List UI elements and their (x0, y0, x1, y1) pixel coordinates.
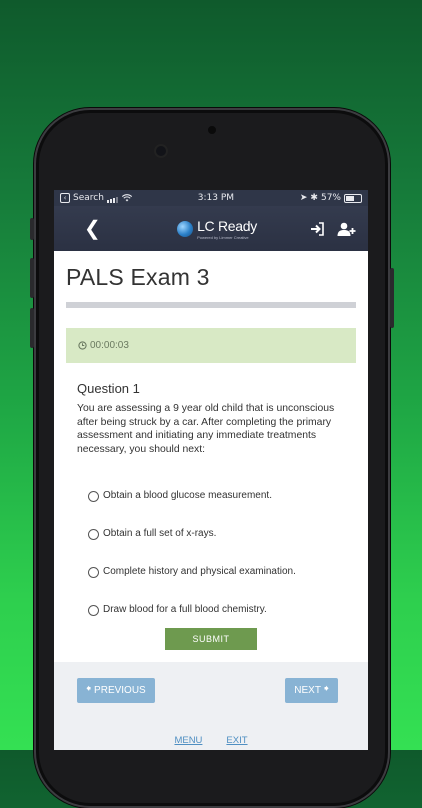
add-user-icon[interactable] (337, 222, 356, 236)
answer-label: Obtain a blood glucose measurement. (103, 489, 272, 501)
globe-logo-icon (177, 220, 194, 237)
arrow-left-icon: 🠸 (86, 684, 92, 695)
power-button (390, 268, 394, 328)
exit-link[interactable]: EXIT (226, 735, 247, 746)
menu-link[interactable]: MENU (174, 735, 202, 746)
proximity-sensor (208, 126, 216, 134)
logo-text: LC Ready (197, 217, 257, 234)
app-navbar: ❮ LC Ready Powered by Limmer Creative (54, 206, 368, 251)
radio-button[interactable] (88, 567, 99, 579)
wifi-icon (121, 194, 132, 202)
question-text: You are assessing a 9 year old child tha… (77, 403, 335, 455)
page-title: PALS Exam 3 (66, 264, 210, 290)
question-heading: Question 1 (77, 381, 140, 396)
answer-label: Obtain a full set of x-rays. (103, 527, 217, 539)
front-camera (156, 146, 166, 156)
previous-button[interactable]: 🠸 PREVIOUS (77, 678, 155, 703)
radio-button[interactable] (88, 529, 99, 541)
answer-option-4[interactable]: Draw blood for a full blood chemistry. (88, 590, 345, 628)
app-logo: LC Ready Powered by Limmer Creative (177, 218, 257, 240)
exam-progress-bar (66, 302, 356, 308)
answer-option-1[interactable]: Obtain a blood glucose measurement. (88, 476, 345, 514)
mute-switch (30, 218, 34, 240)
location-icon: ➤ (299, 193, 308, 203)
question-card: Question 1 You are assessing a 9 year ol… (66, 363, 356, 662)
radio-button[interactable] (88, 605, 99, 617)
answer-label: Draw blood for a full blood chemistry. (103, 603, 267, 615)
back-chevron-icon[interactable]: ❮ (84, 216, 104, 241)
question-pager: 🠸 PREVIOUS NEXT 🠺 (54, 678, 368, 703)
back-to-app-icon[interactable]: ‹ (60, 193, 70, 203)
answer-label: Complete history and physical examinatio… (103, 565, 296, 577)
status-bar: ‹ Search 3:13 PM ➤ ✱ 57% (54, 190, 368, 206)
timer-bar: 00:00:03 (66, 328, 356, 363)
volume-down-button (30, 308, 34, 348)
timer-value: 00:00:03 (90, 340, 129, 351)
footer-links: MENU EXIT (54, 735, 368, 746)
battery-icon (343, 193, 362, 203)
status-time: 3:13 PM (197, 193, 235, 203)
battery-percent: 57% (320, 193, 341, 203)
next-button[interactable]: NEXT 🠺 (285, 678, 338, 703)
bluetooth-icon: ✱ (310, 193, 318, 203)
phone-screen: ‹ Search 3:13 PM ➤ ✱ 57% ❮ LC Ready Powe… (54, 190, 368, 750)
answer-options: Obtain a blood glucose measurement. Obta… (77, 476, 345, 628)
back-to-app-label[interactable]: Search (73, 193, 104, 203)
next-label: NEXT (294, 685, 321, 696)
lower-nav-area: 🠸 PREVIOUS NEXT 🠺 MENU EXIT (54, 662, 368, 750)
answer-option-2[interactable]: Obtain a full set of x-rays. (88, 514, 345, 552)
arrow-right-icon: 🠺 (323, 684, 329, 695)
volume-up-button (30, 258, 34, 298)
sign-in-icon[interactable] (310, 221, 325, 236)
submit-button[interactable]: SUBMIT (165, 628, 257, 651)
answer-option-3[interactable]: Complete history and physical examinatio… (88, 552, 345, 590)
radio-button[interactable] (88, 491, 99, 503)
logo-subtext: Powered by Limmer Creative (197, 234, 249, 240)
clock-icon (78, 341, 87, 350)
previous-label: PREVIOUS (94, 685, 146, 696)
cell-signal-icon (106, 193, 119, 203)
